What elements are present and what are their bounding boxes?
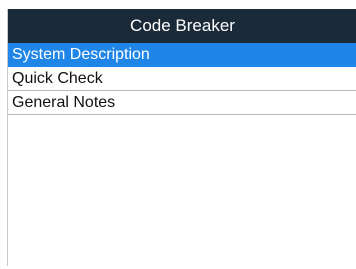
- menu-item-label: System Description: [12, 46, 150, 63]
- screen: Code Breaker System Description Quick Ch…: [7, 9, 356, 266]
- menu-list: System Description Quick Check General N…: [8, 43, 356, 115]
- menu-item-general-notes[interactable]: General Notes: [8, 91, 356, 115]
- menu-item-label: Quick Check: [12, 70, 103, 87]
- menu-item-quick-check[interactable]: Quick Check: [8, 67, 356, 91]
- menu-item-label: General Notes: [12, 94, 116, 111]
- device-frame: Code Breaker System Description Quick Ch…: [0, 0, 356, 269]
- page-title: Code Breaker: [130, 16, 235, 35]
- menu-item-system-description[interactable]: System Description: [8, 43, 356, 67]
- title-bar: Code Breaker: [8, 9, 356, 43]
